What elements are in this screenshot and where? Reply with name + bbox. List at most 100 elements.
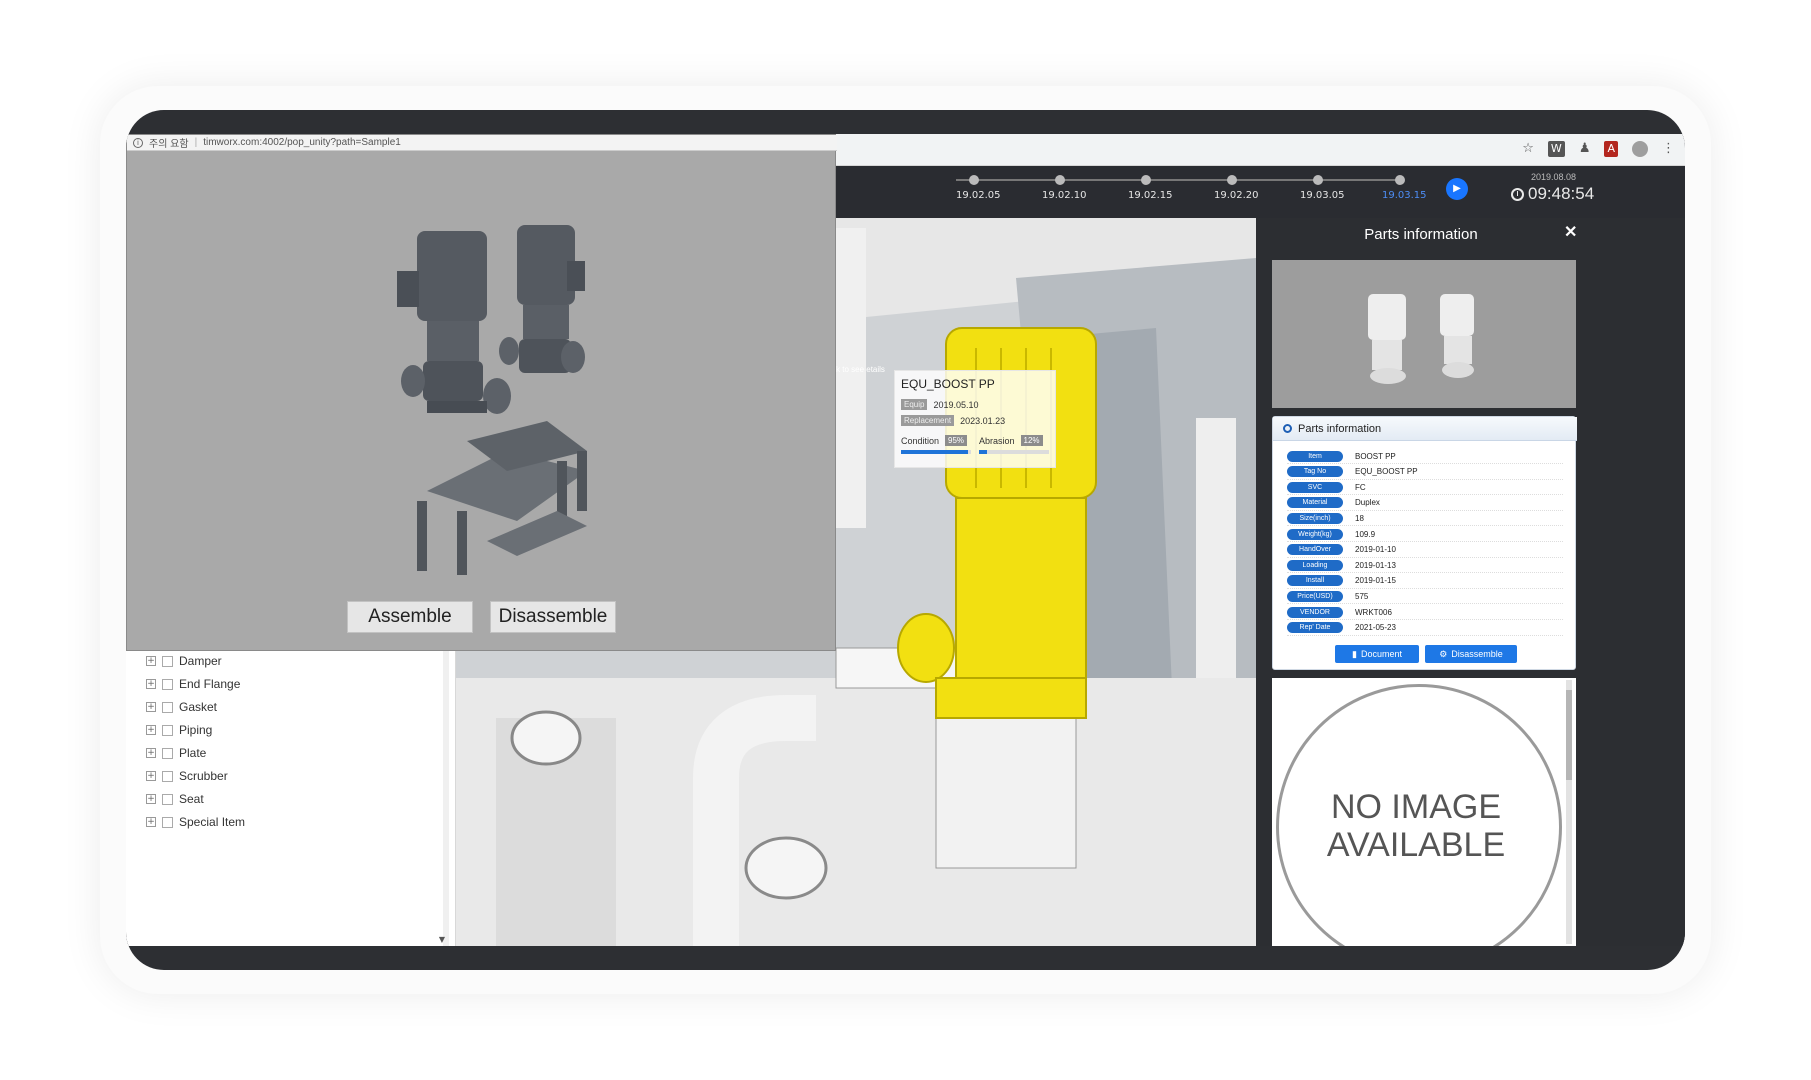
- parts-field-value: WRKT006: [1355, 607, 1392, 617]
- parts-field-label: Weight(kg): [1287, 528, 1343, 540]
- equipment-tooltip[interactable]: EQU_BOOST PP Equip 2019.05.10 Replacemen…: [894, 370, 1056, 468]
- timeline-tick[interactable]: [1227, 175, 1237, 185]
- parts-field-value: Duplex: [1355, 498, 1380, 508]
- parts-field-label: Rep' Date: [1287, 622, 1343, 634]
- parts-disassemble-label: Disassemble: [1451, 649, 1503, 659]
- abrasion-value: 12%: [1020, 435, 1043, 446]
- equip-date: 2019.05.10: [933, 399, 979, 410]
- abrasion-bar: [979, 450, 1049, 454]
- popup-address-bar: i 주의 요함 | timworx.com:4002/pop_unity?pat…: [127, 135, 837, 151]
- timeline-tick-label[interactable]: 19.02.15: [1128, 190, 1173, 201]
- tree-item[interactable]: + Scrubber: [146, 765, 228, 787]
- url-separator: |: [194, 137, 198, 148]
- popup-url[interactable]: timworx.com:4002/pop_unity?path=Sample1: [203, 137, 401, 148]
- tree-checkbox[interactable]: [162, 816, 173, 828]
- equip-row: Equip 2019.05.10: [901, 399, 979, 410]
- parts-info-row: Rep' Date 2021-05-23: [1287, 621, 1563, 636]
- document-button[interactable]: ▮ Document: [1335, 645, 1419, 663]
- play-icon[interactable]: ▶: [1446, 178, 1468, 200]
- tree-item[interactable]: + End Flange: [146, 673, 240, 695]
- tree-item-label: Piping: [179, 723, 213, 737]
- tree-checkbox[interactable]: [162, 770, 173, 782]
- tree-item[interactable]: + Plate: [146, 742, 206, 764]
- parts-field-label: Item: [1287, 450, 1343, 462]
- tree-item[interactable]: + Special Item: [146, 811, 245, 833]
- timeline-tick-label[interactable]: 19.03.05: [1300, 190, 1345, 201]
- timeline-tick[interactable]: [1055, 175, 1065, 185]
- expand-icon[interactable]: +: [146, 725, 156, 735]
- expand-icon[interactable]: +: [146, 817, 156, 827]
- parts-info-row: Price(USD) 575: [1287, 589, 1563, 605]
- browser-extensions: ☆ W ♟ A ⋮: [1522, 141, 1675, 157]
- replacement-tag: Replacement: [901, 415, 955, 426]
- parts-disassemble-button[interactable]: ⚙ Disassemble: [1425, 645, 1517, 663]
- timeline-tick-label[interactable]: 19.03.15: [1382, 190, 1427, 201]
- expand-icon[interactable]: +: [146, 656, 156, 666]
- expand-icon[interactable]: +: [146, 748, 156, 758]
- scroll-down-icon[interactable]: ▼: [439, 935, 445, 944]
- profile-avatar[interactable]: [1632, 141, 1648, 157]
- tree-item-label: Scrubber: [179, 769, 228, 783]
- parts-info-row: Size(inch) 18: [1287, 511, 1563, 527]
- tree-checkbox[interactable]: [162, 747, 173, 759]
- tree-item[interactable]: + Damper: [146, 650, 222, 672]
- book-icon: ▮: [1352, 648, 1357, 659]
- no-image-placeholder: NO IMAGE AVAILABLE: [1272, 678, 1576, 946]
- parts-info-panel: Parts information ✕ Parts information It: [1256, 218, 1685, 946]
- timeline-tick[interactable]: [1395, 175, 1405, 185]
- parts-field-label: HandOver: [1287, 544, 1343, 556]
- panel-title: Parts information: [1364, 226, 1478, 243]
- timeline-tick-label[interactable]: 19.02.05: [956, 190, 1001, 201]
- assemble-button[interactable]: Assemble: [347, 601, 473, 633]
- tree-checkbox[interactable]: [162, 793, 173, 805]
- timeline-tick[interactable]: [1313, 175, 1323, 185]
- user-extension-icon[interactable]: ♟: [1579, 141, 1591, 157]
- clock-time-display: 09:48:54: [1511, 184, 1594, 204]
- parts-field-value: 575: [1355, 591, 1369, 601]
- tree-item[interactable]: + Piping: [146, 719, 212, 741]
- clock-date: 2019.08.08: [1531, 172, 1577, 182]
- condition-bar: [901, 450, 971, 454]
- app-screen: ☆ W ♟ A ⋮ 19.02.05 19.02.10 19.02.15 19.02.…: [126, 134, 1685, 946]
- parts-field-value: 2019-01-15: [1355, 576, 1396, 586]
- timeline-tick[interactable]: [969, 175, 979, 185]
- tree-item[interactable]: + Seat: [146, 788, 204, 810]
- info-icon[interactable]: i: [133, 137, 143, 148]
- parts-field-value: 18: [1355, 513, 1364, 523]
- expand-icon[interactable]: +: [146, 771, 156, 781]
- tree-scrollbar[interactable]: [443, 634, 449, 946]
- tree-checkbox[interactable]: [162, 724, 173, 736]
- timeline-tick-label[interactable]: 19.02.10: [1042, 190, 1087, 201]
- timeline-tick[interactable]: [1141, 175, 1151, 185]
- parts-field-label: VENDOR: [1287, 606, 1343, 618]
- tooltip-title: EQU_BOOST PP: [901, 377, 995, 391]
- parts-field-label: SVC: [1287, 481, 1343, 493]
- kebab-menu-icon[interactable]: ⋮: [1662, 141, 1675, 157]
- expand-icon[interactable]: +: [146, 702, 156, 712]
- timeline-tick-label[interactable]: 19.02.20: [1214, 190, 1259, 201]
- star-icon[interactable]: ☆: [1522, 141, 1534, 157]
- unity-popup-window: i 주의 요함 | timworx.com:4002/pop_unity?pat…: [126, 134, 837, 651]
- tree-item[interactable]: + Gasket: [146, 696, 217, 718]
- pdf-extension-icon[interactable]: A: [1604, 141, 1618, 157]
- image-scrollbar-thumb[interactable]: [1566, 690, 1572, 780]
- tree-checkbox[interactable]: [162, 678, 173, 690]
- disassemble-button[interactable]: Disassemble: [490, 601, 616, 633]
- condition-value: 95%: [945, 435, 968, 446]
- parts-field-value: BOOST PP: [1355, 451, 1396, 461]
- parts-field-value: 2019-01-10: [1355, 545, 1396, 555]
- word-extension-icon[interactable]: W: [1547, 141, 1565, 157]
- replacement-row: Replacement 2023.01.23: [901, 415, 1005, 426]
- pump-model-view[interactable]: [127, 151, 837, 591]
- timeline-track[interactable]: [956, 179, 1396, 181]
- tree-checkbox[interactable]: [162, 655, 173, 667]
- parts-field-label: Material: [1287, 497, 1343, 509]
- parts-field-label: Loading: [1287, 559, 1343, 571]
- expand-icon[interactable]: +: [146, 794, 156, 804]
- tree-item-label: Seat: [179, 792, 204, 806]
- close-icon[interactable]: ✕: [1564, 222, 1577, 242]
- expand-icon[interactable]: +: [146, 679, 156, 689]
- equip-tag: Equip: [901, 399, 928, 410]
- tree-checkbox[interactable]: [162, 701, 173, 713]
- no-image-line2: AVAILABLE: [1326, 826, 1506, 864]
